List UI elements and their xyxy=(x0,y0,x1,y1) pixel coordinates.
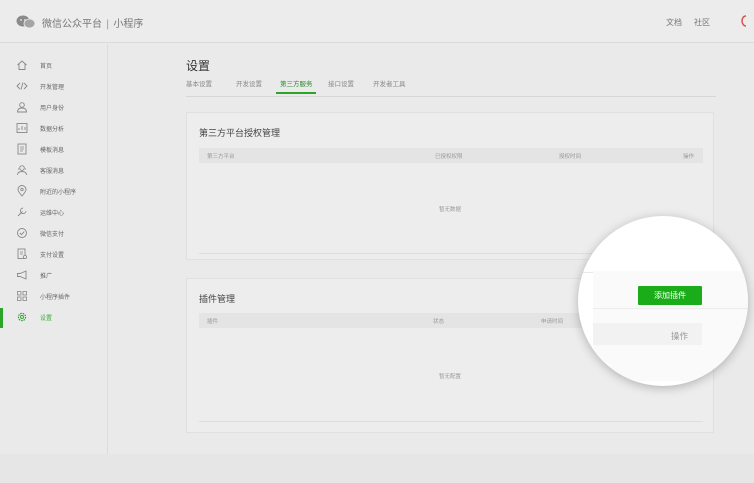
active-indicator xyxy=(0,308,3,328)
sidebar-item-templates[interactable]: 模板消息 xyxy=(0,140,108,160)
user-avatar-icon[interactable] xyxy=(741,15,751,27)
sidebar-item-nearby[interactable]: 附近的小程序 xyxy=(0,182,108,202)
plugin-title: 插件管理 xyxy=(199,295,236,305)
sidebar-item-label: 用户身份 xyxy=(40,105,65,112)
sidebar-item-support[interactable]: 客服消息 xyxy=(0,161,108,181)
sidebar-item-label: 支付设置 xyxy=(40,252,65,259)
sidebar-item-label: 小程序插件 xyxy=(40,294,71,301)
footer-area xyxy=(0,454,754,483)
docs-link[interactable]: 文档 xyxy=(666,17,682,28)
column-header: 操作 xyxy=(683,154,695,160)
wrench-icon xyxy=(17,207,27,217)
operation-column-header: 操作 xyxy=(671,332,689,342)
sidebar-item-ops[interactable]: 运维中心 xyxy=(0,203,108,223)
sidebar-item-settings[interactable]: 设置 xyxy=(0,308,108,328)
sidebar-item-dev[interactable]: 开发管理 xyxy=(0,77,108,97)
add-plugin-button[interactable]: 添加插件 xyxy=(638,286,702,305)
tab-third-party[interactable]: 第三方服务 xyxy=(280,78,313,88)
chart-icon xyxy=(16,123,28,133)
table-bottom-border xyxy=(199,421,703,422)
sidebar: 首页 开发管理 用户身份 数据分析 模板消息 客服消息 附近的小程序 运维中心 xyxy=(0,44,108,454)
plugin-empty-text: 暂无配置 xyxy=(439,374,462,380)
tabs-divider xyxy=(186,96,716,97)
product-name: 小程序 xyxy=(113,19,144,30)
sidebar-item-pay[interactable]: 微信支付 xyxy=(0,224,108,244)
sidebar-item-label: 附近的小程序 xyxy=(40,189,77,196)
community-link[interactable]: 社区 xyxy=(694,17,710,28)
sidebar-item-label: 设置 xyxy=(40,315,53,322)
sidebar-item-analytics[interactable]: 数据分析 xyxy=(0,119,108,139)
sidebar-item-pay-settings[interactable]: 支付设置 xyxy=(0,245,108,265)
active-tab-underline xyxy=(276,92,316,94)
sidebar-item-label: 运维中心 xyxy=(40,210,65,217)
third-party-empty-text: 暂无数据 xyxy=(439,207,462,213)
receipt-icon xyxy=(17,248,28,260)
column-header: 第三方平台 xyxy=(207,154,235,160)
sidebar-item-label: 数据分析 xyxy=(40,126,65,133)
sidebar-item-label: 客服消息 xyxy=(40,168,65,175)
sidebar-item-label: 模板消息 xyxy=(40,147,65,154)
tab-basic-settings[interactable]: 基本设置 xyxy=(186,78,212,88)
tab-dev-settings[interactable]: 开发设置 xyxy=(236,78,262,88)
top-bar: 微信公众平台 | 小程序 文档 社区 xyxy=(0,0,754,43)
third-party-table-header: 第三方平台 已授权权限 授权时间 操作 xyxy=(199,148,703,163)
brand-title[interactable]: 微信公众平台 | 小程序 xyxy=(42,15,143,30)
magnified-header-line xyxy=(593,308,748,309)
sidebar-item-label: 开发管理 xyxy=(40,84,65,91)
location-icon xyxy=(17,185,27,197)
document-icon xyxy=(17,143,27,155)
sidebar-item-label: 微信支付 xyxy=(40,231,65,238)
column-header: 授权时间 xyxy=(559,154,582,160)
tab-dev-tools[interactable]: 开发者工具 xyxy=(373,78,406,88)
magnifier-callout: 添加插件 操作 xyxy=(578,216,748,386)
column-header: 已授权权限 xyxy=(435,154,463,160)
payment-icon xyxy=(17,228,27,238)
column-header: 申请时间 xyxy=(541,319,564,325)
platform-name: 微信公众平台 xyxy=(42,19,102,30)
support-icon xyxy=(17,165,27,176)
app-frame: 微信公众平台 | 小程序 文档 社区 首页 开发管理 用户身份 数据分析 模板消息 xyxy=(0,0,754,483)
tab-api-settings[interactable]: 接口设置 xyxy=(328,78,354,88)
third-party-title: 第三方平台授权管理 xyxy=(199,129,281,139)
column-header: 状态 xyxy=(433,319,445,325)
code-icon xyxy=(16,82,28,90)
sidebar-item-plugins[interactable]: 小程序插件 xyxy=(0,287,108,307)
sidebar-item-label: 推广 xyxy=(40,273,53,280)
sidebar-item-users[interactable]: 用户身份 xyxy=(0,98,108,118)
sidebar-item-label: 首页 xyxy=(40,63,53,70)
wechat-logo-icon xyxy=(16,15,36,29)
gear-icon xyxy=(17,312,27,322)
home-icon xyxy=(17,60,27,70)
column-header: 插件 xyxy=(207,319,219,325)
megaphone-icon xyxy=(17,270,27,280)
brand-separator: | xyxy=(106,19,110,30)
sidebar-item-promote[interactable]: 推广 xyxy=(0,266,108,286)
sidebar-item-home[interactable]: 首页 xyxy=(0,56,108,76)
page-title: 设置 xyxy=(186,59,211,73)
plugin-grid-icon xyxy=(17,291,27,301)
user-icon xyxy=(17,102,27,113)
